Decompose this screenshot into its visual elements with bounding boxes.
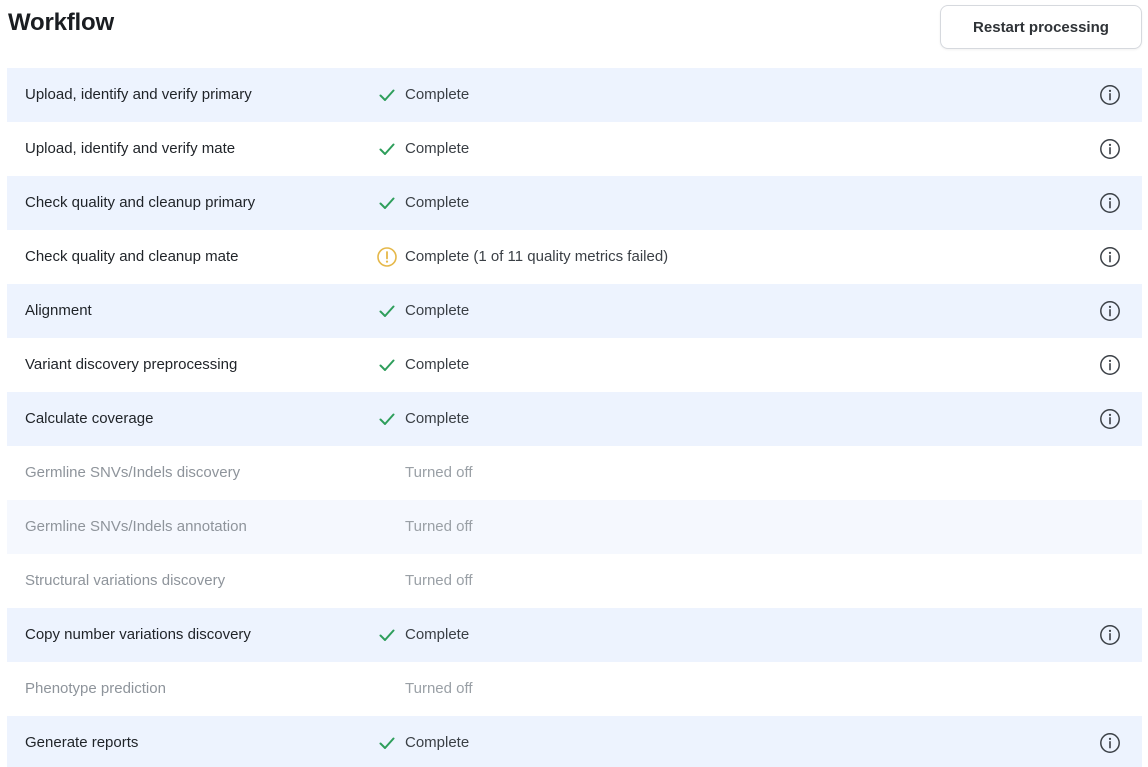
- workflow-step-row: Check quality and cleanup mate Complete (…: [7, 230, 1142, 284]
- step-status: Complete: [405, 626, 470, 643]
- info-icon[interactable]: [1099, 300, 1121, 322]
- step-status: Turned off: [405, 518, 473, 535]
- check-icon: [379, 89, 395, 101]
- workflow-step-row: Upload, identify and verify mate Complete: [7, 122, 1142, 176]
- workflow-step-row: Copy number variations discovery Complete: [7, 608, 1142, 662]
- step-status: Complete: [405, 194, 470, 211]
- step-name: Structural variations discovery: [25, 572, 226, 589]
- check-icon: [379, 143, 395, 155]
- step-status: Complete: [405, 302, 470, 319]
- step-name: Check quality and cleanup primary: [25, 194, 256, 211]
- workflow-page: Workflow Restart processing Upload, iden…: [0, 0, 1148, 767]
- step-name: Germline SNVs/Indels annotation: [25, 518, 247, 535]
- workflow-step-row: Alignment Complete: [7, 284, 1142, 338]
- workflow-step-row: Generate reports Complete: [7, 716, 1142, 767]
- check-icon: [379, 413, 395, 425]
- check-icon: [379, 359, 395, 371]
- step-status: Turned off: [405, 464, 473, 481]
- check-icon: [379, 197, 395, 209]
- workflow-step-row: Variant discovery preprocessing Complete: [7, 338, 1142, 392]
- info-icon[interactable]: [1099, 732, 1121, 754]
- step-name: Generate reports: [25, 734, 139, 751]
- info-icon[interactable]: [1099, 354, 1121, 376]
- page-title: Workflow: [8, 9, 114, 36]
- step-status: Turned off: [405, 572, 473, 589]
- step-name: Check quality and cleanup mate: [25, 248, 239, 265]
- workflow-step-row: Germline SNVs/Indels annotation Turned of…: [7, 500, 1142, 554]
- step-status: Turned off: [405, 680, 473, 697]
- step-name: Calculate coverage: [25, 410, 154, 427]
- step-status: Complete: [405, 140, 470, 157]
- warning-icon: [377, 247, 397, 267]
- info-icon[interactable]: [1099, 192, 1121, 214]
- restart-processing-button[interactable]: Restart processing: [940, 5, 1142, 49]
- workflow-step-row: Calculate coverage Complete: [7, 392, 1142, 446]
- check-icon: [379, 737, 395, 749]
- workflow-step-row: Upload, identify and verify primary Compl…: [7, 68, 1142, 122]
- step-name: Alignment: [25, 302, 92, 319]
- step-name: Upload, identify and verify mate: [25, 140, 236, 157]
- step-name: Copy number variations discovery: [25, 626, 251, 643]
- step-name: Germline SNVs/Indels discovery: [25, 464, 241, 481]
- step-status: Complete: [405, 86, 470, 103]
- info-icon[interactable]: [1099, 246, 1121, 268]
- info-icon[interactable]: [1099, 408, 1121, 430]
- info-icon[interactable]: [1099, 138, 1121, 160]
- step-name: Phenotype prediction: [25, 680, 166, 697]
- workflow-header: Workflow Restart processing: [0, 0, 1148, 68]
- step-status: Complete: [405, 356, 470, 373]
- info-icon[interactable]: [1099, 84, 1121, 106]
- workflow-steps-list: Upload, identify and verify primary Compl…: [7, 68, 1142, 767]
- step-status: Complete: [405, 734, 470, 751]
- step-name: Upload, identify and verify primary: [25, 86, 252, 103]
- check-icon: [379, 629, 395, 641]
- step-name: Variant discovery preprocessing: [25, 356, 238, 373]
- workflow-step-row: Germline SNVs/Indels discovery Turned off: [7, 446, 1142, 500]
- workflow-step-row: Phenotype prediction Turned off: [7, 662, 1142, 716]
- step-status: Complete: [405, 410, 470, 427]
- step-status: Complete (1 of 11 quality metrics failed…: [405, 248, 669, 265]
- check-icon: [379, 305, 395, 317]
- workflow-step-row: Check quality and cleanup primary Complet…: [7, 176, 1142, 230]
- workflow-step-row: Structural variations discovery Turned of…: [7, 554, 1142, 608]
- info-icon[interactable]: [1099, 624, 1121, 646]
